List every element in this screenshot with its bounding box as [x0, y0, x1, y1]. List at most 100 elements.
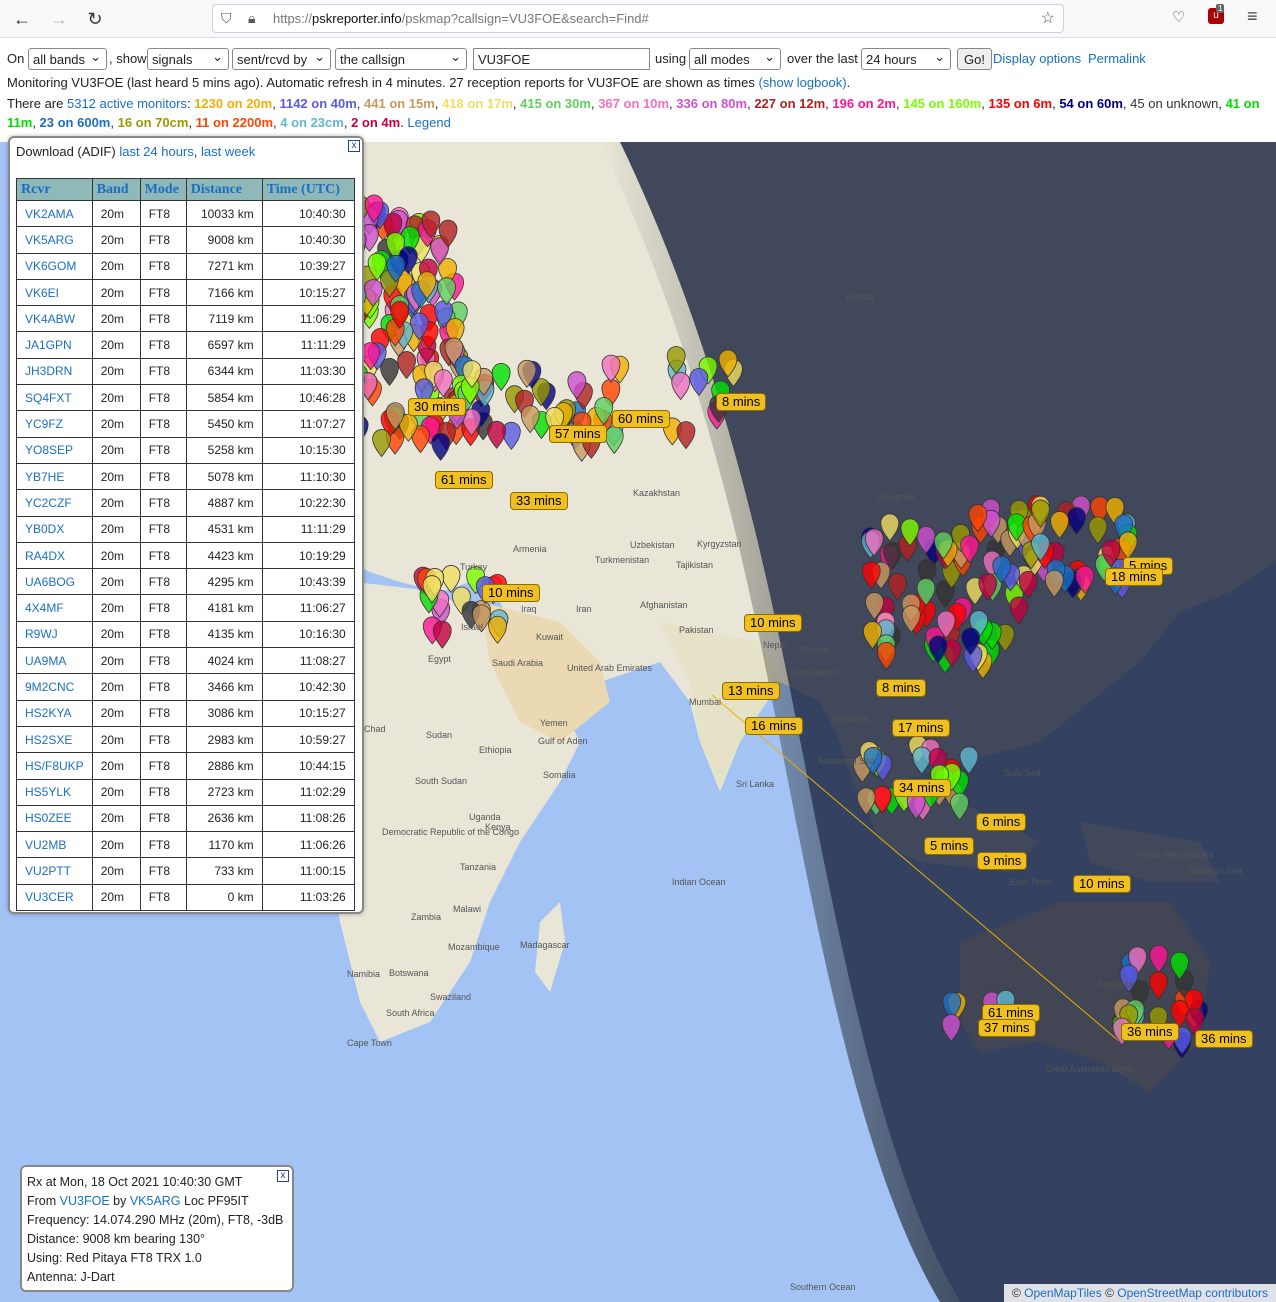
time-tag[interactable]: 10 mins: [482, 584, 540, 602]
menu-icon[interactable]: ≡: [1247, 6, 1258, 27]
target-select[interactable]: the callsign: [335, 46, 467, 70]
time-tag[interactable]: 8 mins: [876, 679, 927, 697]
map-label: Nepal: [763, 640, 787, 650]
reload-icon[interactable]: ↻: [83, 7, 107, 31]
time-tag[interactable]: 30 mins: [408, 398, 466, 416]
time-tag[interactable]: 13 mins: [722, 682, 780, 700]
time-tag[interactable]: 60 mins: [612, 410, 670, 428]
receiver-link[interactable]: YC2CZF: [25, 496, 72, 510]
receiver-link[interactable]: VU2PTT: [25, 864, 71, 878]
reception-report-panel: Download (ADIF) last 24 hours, last week…: [8, 136, 364, 914]
receiver-link[interactable]: UA9MA: [25, 654, 66, 668]
receiver-link[interactable]: YB0DX: [25, 522, 64, 536]
receiver-link[interactable]: JH3DRN: [25, 364, 72, 378]
receiver-link[interactable]: VU3CER: [25, 890, 74, 904]
band-cell: 20m: [91, 594, 141, 622]
column-header[interactable]: Band: [91, 178, 141, 201]
band-count: 54 on 60m: [1059, 96, 1123, 111]
show-logbook-link[interactable]: (show logbook): [758, 75, 846, 90]
permalink-link[interactable]: Permalink: [1088, 48, 1146, 70]
receiver-link[interactable]: VK2AMA: [25, 207, 74, 221]
receiver-link[interactable]: UA6BOG: [25, 575, 75, 589]
receiver-link[interactable]: VK6EI: [25, 286, 59, 300]
receiver-link[interactable]: 4X4MF: [25, 601, 64, 615]
time-tag[interactable]: 10 mins: [744, 614, 802, 632]
time-tag[interactable]: 8 mins: [716, 393, 767, 411]
show-select[interactable]: signals: [147, 46, 229, 70]
back-icon[interactable]: ←: [10, 7, 34, 31]
time-cell: 11:02:29: [261, 778, 355, 806]
receiver-link[interactable]: HS0ZEE: [25, 811, 72, 825]
time-tag[interactable]: 9 mins: [977, 852, 1028, 870]
callsign-input[interactable]: VU3FOE: [473, 48, 650, 70]
time-tag[interactable]: 61 mins: [435, 471, 493, 489]
receiver-link[interactable]: JA1GPN: [25, 338, 72, 352]
receiver-link[interactable]: YB7HE: [25, 470, 64, 484]
period-select[interactable]: 24 hours: [861, 46, 951, 70]
table-row: HS2SXE 20m FT8 2983 km 10:59:27: [16, 725, 355, 754]
receiver-link[interactable]: HS2KYA: [25, 706, 71, 720]
pocket-icon[interactable]: ♡: [1172, 8, 1185, 26]
band-select[interactable]: all bands: [28, 46, 107, 70]
time-tag[interactable]: 37 mins: [978, 1019, 1036, 1037]
download-24h-link[interactable]: last 24 hours: [119, 144, 193, 159]
column-header[interactable]: Distance: [185, 178, 263, 201]
band-count: 1230 on 20m: [194, 96, 273, 111]
mode-cell: FT8: [139, 804, 187, 833]
forward-icon[interactable]: →: [47, 7, 71, 31]
receiver-link[interactable]: VK6GOM: [25, 259, 76, 273]
time-tag[interactable]: 16 mins: [745, 717, 803, 735]
receiver-link[interactable]: R9WJ: [25, 627, 58, 641]
distance-cell: 733 km: [185, 857, 263, 885]
receiver-link[interactable]: VU2MB: [25, 838, 66, 852]
time-tag[interactable]: 6 mins: [976, 813, 1027, 831]
legend-link[interactable]: Legend: [407, 115, 450, 130]
band-count: 1142 on 40m: [279, 96, 357, 111]
time-tag[interactable]: 5 mins: [924, 837, 975, 855]
url-bar[interactable]: ⛉ 🔒︎ https://pskreporter.info/pskmap?cal…: [212, 4, 1064, 33]
distance-cell: 9008 km: [185, 226, 263, 254]
receiver-link[interactable]: VK4ABW: [25, 312, 75, 326]
direction-select[interactable]: sent/rcvd by: [232, 46, 331, 70]
map-label: Tanzania: [460, 862, 497, 872]
monitor-prefix: There are: [7, 96, 67, 111]
shield-icon[interactable]: ⛉: [221, 10, 232, 27]
time-tag[interactable]: 34 mins: [893, 779, 951, 797]
table-row: YC9FZ 20m FT8 5450 km 11:07:27: [16, 410, 355, 438]
display-options-link[interactable]: Display options: [993, 48, 1081, 70]
receiver-link[interactable]: HS5YLK: [25, 785, 71, 799]
time-cell: 11:03:30: [261, 357, 355, 386]
close-report-icon[interactable]: x: [348, 140, 360, 152]
receiver-link[interactable]: RA4DX: [25, 549, 65, 563]
active-monitors-link[interactable]: 5312 active monitors: [67, 96, 187, 111]
receiver-link[interactable]: VK5ARG: [25, 233, 74, 247]
time-tag[interactable]: 36 mins: [1195, 1030, 1253, 1048]
bookmark-star-icon[interactable]: ☆: [1041, 8, 1055, 28]
tx-callsign-link[interactable]: VU3FOE: [60, 1194, 110, 1208]
receiver-link[interactable]: 9M2CNC: [25, 680, 74, 694]
close-info-icon[interactable]: x: [277, 1170, 289, 1182]
mode-select[interactable]: all modes: [689, 46, 781, 70]
lock-icon[interactable]: 🔒︎: [248, 10, 255, 27]
column-header[interactable]: Mode: [139, 178, 187, 201]
column-header[interactable]: Time (UTC): [261, 178, 355, 201]
time-tag[interactable]: 10 mins: [1073, 875, 1131, 893]
column-header[interactable]: Rcvr: [16, 178, 93, 201]
receiver-link[interactable]: YO8SEP: [25, 443, 73, 457]
receiver-link[interactable]: YC9FZ: [25, 417, 63, 431]
band-cell: 20m: [91, 857, 141, 885]
time-tag[interactable]: 33 mins: [510, 492, 568, 510]
receiver-link[interactable]: SQ4FXT: [25, 391, 72, 405]
rx-callsign-link[interactable]: VK5ARG: [130, 1194, 181, 1208]
time-tag[interactable]: 36 mins: [1121, 1023, 1179, 1041]
download-week-link[interactable]: last week: [201, 144, 255, 159]
rcvr-cell: VK5ARG: [16, 226, 93, 254]
go-button[interactable]: Go!: [957, 48, 992, 70]
time-tag[interactable]: 18 mins: [1105, 568, 1163, 586]
openmaptiles-link[interactable]: OpenMapTiles: [1024, 1286, 1102, 1300]
receiver-link[interactable]: HS/F8UKP: [25, 759, 84, 773]
time-tag[interactable]: 57 mins: [549, 425, 607, 443]
time-tag[interactable]: 17 mins: [892, 719, 950, 737]
receiver-link[interactable]: HS2SXE: [25, 733, 72, 747]
openstreetmap-link[interactable]: OpenStreetMap contributors: [1117, 1286, 1268, 1300]
